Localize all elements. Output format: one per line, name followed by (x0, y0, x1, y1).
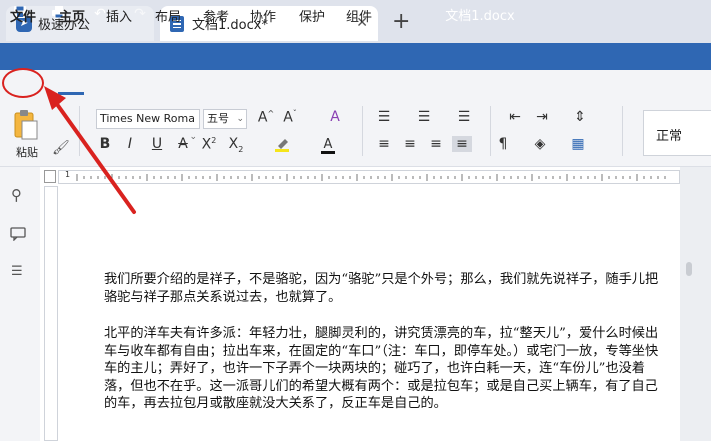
search-icon[interactable]: ⚲ (11, 186, 22, 204)
superscript-icon[interactable]: X2 (199, 136, 219, 153)
increase-font-icon[interactable]: A^ (256, 109, 276, 126)
increase-indent-icon[interactable]: ⇥ (532, 109, 552, 125)
tab-stop-selector[interactable] (44, 170, 56, 183)
document-paragraph[interactable]: 北平的洋车夫有许多派：年轻力壮，腿脚灵利的，讲究赁漂亮的车，拉“整天儿”，爱什么… (104, 325, 664, 413)
navigation-icon[interactable]: ☰ (11, 264, 23, 279)
style-normal[interactable]: 正常 (656, 129, 682, 144)
redo-icon[interactable]: ↷ (131, 5, 149, 23)
align-left-icon[interactable]: ≡ (374, 136, 394, 152)
ruler-left-mark: 1 (65, 170, 71, 179)
numbered-list-icon[interactable]: ☰ (414, 109, 434, 125)
paste-label[interactable]: 粘贴 (16, 144, 38, 160)
quick-access-toolbar (0, 43, 711, 70)
horizontal-ruler[interactable]: 1 (58, 170, 680, 184)
font-size-value: 五号 (207, 112, 229, 125)
page-margin-gutter (680, 167, 711, 441)
font-size-select[interactable]: 五号 ⌄ (203, 109, 247, 129)
chevron-down-icon: ⌄ (236, 114, 244, 124)
align-right-icon[interactable]: ≡ (426, 136, 446, 152)
font-name-select[interactable]: Times New Roma ⌄ (96, 109, 200, 142)
decrease-indent-icon[interactable]: ⇤ (505, 109, 525, 125)
divider (490, 106, 491, 156)
subscript-icon[interactable]: X2 (226, 136, 246, 154)
tab-file[interactable]: 文件 (10, 6, 36, 25)
align-center-icon[interactable]: ≡ (400, 136, 420, 152)
clear-format-icon[interactable]: A (325, 109, 345, 125)
divider (79, 106, 80, 156)
scrollbar-thumb[interactable] (686, 262, 692, 276)
borders-icon[interactable]: ▦ (568, 136, 588, 152)
divider (362, 106, 363, 156)
font-name-value: Times New Roma (100, 112, 195, 125)
comment-icon[interactable] (10, 226, 26, 245)
paragraph-mark-icon[interactable]: ¶ (493, 136, 513, 152)
line-spacing-icon[interactable]: ⇕ (570, 109, 590, 125)
bold-icon[interactable]: B (95, 136, 115, 152)
shading-icon[interactable]: ◈ (530, 136, 550, 152)
style-gallery[interactable]: 正常 (643, 110, 711, 156)
left-sidebar (0, 167, 40, 441)
clipboard-icon[interactable] (13, 109, 39, 141)
decrease-font-icon[interactable]: Aˇ (280, 109, 300, 126)
tab-layout[interactable]: 布局 (155, 6, 181, 25)
tab-insert[interactable]: 插入 (106, 6, 132, 25)
document-paragraph[interactable]: 我们所要介绍的是祥子，不是骆驼，因为“骆驼”只是个外号；那么，我们就先说祥子，随… (104, 271, 664, 306)
bullet-list-icon[interactable]: ☰ (374, 109, 394, 125)
strikethrough-icon[interactable]: A (173, 136, 193, 152)
highlight-icon[interactable] (273, 136, 293, 156)
vertical-ruler[interactable] (44, 186, 58, 441)
divider (622, 106, 623, 156)
format-painter-icon[interactable]: 🖌 (52, 140, 70, 156)
underline-icon[interactable]: U (147, 136, 167, 152)
tab-collaborate[interactable]: 协作 (250, 6, 276, 25)
tab-main[interactable]: 主页 (59, 6, 85, 25)
active-tab-indicator (58, 92, 84, 95)
justify-icon[interactable]: ≡ (452, 136, 472, 152)
italic-icon[interactable]: I (120, 136, 140, 152)
font-color-icon[interactable]: A (318, 136, 338, 154)
annotation-circle (2, 68, 44, 98)
tab-protect[interactable]: 保护 (299, 6, 325, 25)
ribbon-tab-bar (0, 70, 711, 100)
tab-components[interactable]: 组件 (346, 6, 372, 25)
multilevel-list-icon[interactable]: ☰ (454, 109, 474, 125)
tab-references[interactable]: 参考 (203, 6, 229, 25)
document-title: 文档1.docx (445, 9, 515, 24)
